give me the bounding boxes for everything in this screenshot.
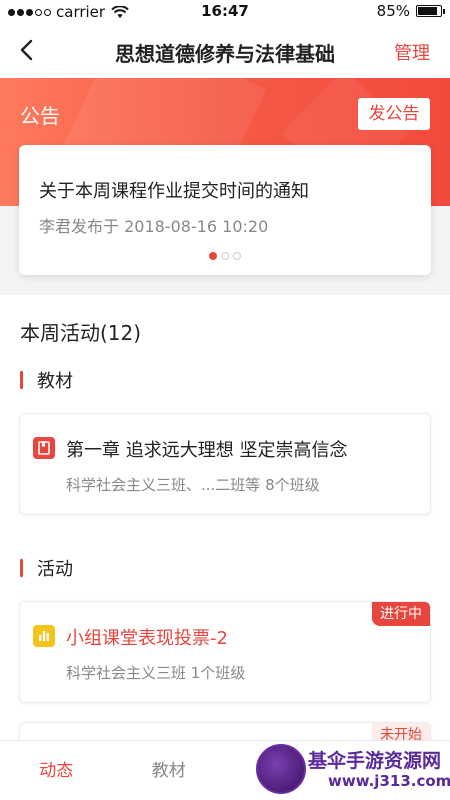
manage-button[interactable]: 管理 <box>394 39 430 65</box>
tab-textbook[interactable]: 教材 <box>113 741 226 800</box>
weekly-activities: 本周活动(12) 教材 第一章 追求远大理想 坚定崇高信念 科学社会主义三班、.… <box>0 295 450 762</box>
textbook-classes: 科学社会主义三班、...二班等 8个班级 <box>66 476 320 494</box>
tab-placeholder[interactable] <box>225 741 338 800</box>
section-header-activity: 活动 <box>20 557 73 580</box>
notice-card[interactable]: 关于本周课程作业提交时间的通知 李君发布于 2018-08-16 10:20 <box>19 145 431 275</box>
announcement-title: 公告 <box>20 104 60 128</box>
status-bar: carrier 16:47 85% <box>0 0 450 24</box>
textbook-title: 第一章 追求远大理想 坚定崇高信念 <box>66 440 348 461</box>
activity-title: 小组课堂表现投票-2 <box>66 628 228 649</box>
status-badge: 进行中 <box>372 602 430 626</box>
battery-percent: 85% <box>376 2 410 20</box>
post-announcement-button[interactable]: 发公告 <box>358 98 430 130</box>
pager-dot[interactable] <box>209 252 217 260</box>
notice-title: 关于本周课程作业提交时间的通知 <box>39 181 309 202</box>
activity-classes: 科学社会主义三班 1个班级 <box>66 664 246 682</box>
notice-pager <box>19 252 431 260</box>
activity-card[interactable]: 小组课堂表现投票-2 科学社会主义三班 1个班级 进行中 <box>19 601 431 703</box>
section-label: 活动 <box>37 559 73 580</box>
page-title: 思想道德修养与法律基础 <box>115 42 335 66</box>
pager-dot[interactable] <box>221 252 229 260</box>
back-arrow-icon[interactable] <box>16 38 40 62</box>
week-title: 本周活动(12) <box>20 321 142 345</box>
nav-bar: 思想道德修养与法律基础 管理 <box>0 24 450 78</box>
section-header-textbook: 教材 <box>20 369 73 392</box>
bar-chart-icon <box>33 625 55 647</box>
tab-feed[interactable]: 动态 <box>0 741 113 800</box>
tab-bar: 动态 教材 <box>0 740 450 800</box>
section-label: 教材 <box>37 371 73 392</box>
pager-dot[interactable] <box>233 252 241 260</box>
notice-meta: 李君发布于 2018-08-16 10:20 <box>39 217 269 236</box>
battery-icon <box>416 5 445 17</box>
section-marker <box>20 559 23 577</box>
textbook-card[interactable]: 第一章 追求远大理想 坚定崇高信念 科学社会主义三班、...二班等 8个班级 <box>19 413 431 515</box>
book-icon <box>33 437 55 459</box>
section-marker <box>20 371 23 389</box>
tab-placeholder[interactable] <box>338 741 450 800</box>
